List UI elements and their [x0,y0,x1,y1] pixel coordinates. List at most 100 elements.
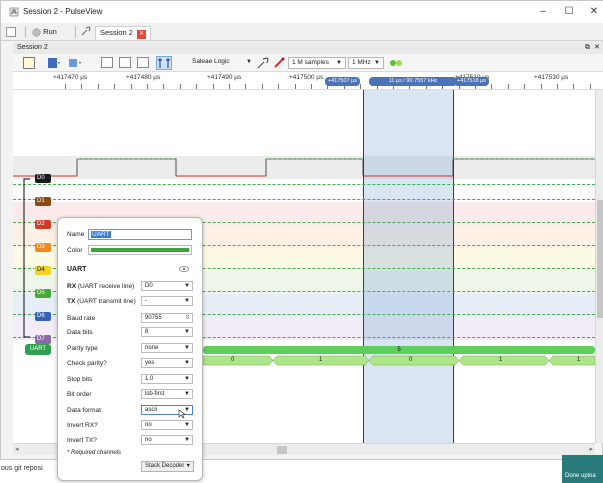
minimize-button[interactable]: – [535,5,551,19]
decoder-byte-annotation[interactable]: 5 [203,346,595,354]
d0-baseline [13,184,595,185]
zoom-one-icon[interactable] [119,57,131,68]
channel-label-text: D2 [37,221,45,227]
channel-label-text: D7 [37,336,45,342]
bit-annotation: 1 [499,357,503,363]
upload-status-text: Done uploa [565,473,596,479]
document-label: Session 2 [17,44,48,51]
spinner-icon[interactable]: ⇳ [185,314,190,322]
bitorder-select[interactable]: lsb-first ▼ [141,389,193,399]
tx-label-rest: (UART transmit line) [77,298,136,305]
close-button[interactable]: ✕ [586,5,602,19]
d0-waveform [13,158,595,177]
ruler-tick [360,84,361,89]
zoom-fit-icon[interactable] [101,57,113,68]
color-picker[interactable] [88,245,192,255]
scroll-left-icon[interactable]: ◂ [15,445,19,453]
stopbits-select[interactable]: 1.0 ▼ [141,374,193,384]
chevron-down-icon: ▼ [184,376,190,382]
close-tab-icon[interactable]: ✕ [137,30,147,39]
probes-icon[interactable] [273,57,285,71]
bit-annotation: 1 [577,357,581,363]
vertical-scrollbar[interactable] [595,90,603,443]
sample-count-select[interactable]: 1 M samples ▼ [288,57,346,69]
save-dropdown-icon[interactable] [47,57,61,71]
rx-label-rest: (UART receive line) [77,283,135,290]
chevron-down-icon: ▼ [184,329,190,335]
channel-label-d5[interactable]: D5 [35,289,51,298]
ruler-label: +417470 µs [53,74,88,81]
vertical-scroll-thumb[interactable] [597,200,603,318]
cursor-selection-region[interactable] [363,90,453,443]
rx-select[interactable]: D0 ▼ [141,281,193,291]
bit-annotation: 0 [231,357,235,363]
float-icon[interactable]: ⧉ [585,42,590,54]
stopbits-value: 1.0 [145,376,154,382]
channel-label-text: D6 [37,313,45,319]
name-input[interactable]: UART [88,229,192,240]
channel-label-d1[interactable]: D1 [35,197,51,206]
check-parity-select[interactable]: yes ▼ [141,358,193,368]
sample-rate-select[interactable]: 1 MHz ▼ [348,57,384,69]
toolbar-divider [75,26,76,38]
ruler-tick [590,84,591,89]
time-ruler[interactable]: +417470 µs +417480 µs +417490 µs +417500… [13,72,603,90]
new-document-icon[interactable] [23,57,35,69]
channel-label-d6[interactable]: D6 [35,312,51,321]
channel-label-d3[interactable]: D3 [35,243,51,252]
check-parity-value: yes [145,360,155,366]
channel-label-d0[interactable]: D0 [35,174,51,183]
cursor-marker-right[interactable]: +417518 µs [454,77,490,86]
channel-label-text: D0 [37,175,45,181]
scroll-right-icon[interactable]: ▸ [589,445,593,453]
databits-select[interactable]: 8 ▼ [141,327,193,337]
export-dropdown-icon[interactable] [68,57,82,71]
baud-rate-spinbox[interactable]: 90755 ⇳ [141,313,193,323]
device-selector[interactable]: Saleae Logic ▼ [189,57,255,69]
zoom-window-icon[interactable] [137,57,149,68]
maximize-button[interactable]: ☐ [561,5,577,19]
inverttx-select[interactable]: no ▼ [141,435,193,445]
cursor-toggle-icon[interactable] [156,56,172,70]
cursor-marker-left[interactable]: +417507 µs [325,77,361,86]
window-title: Session 2 - PulseView [23,7,103,16]
ruler-tick [541,84,542,89]
close-panel-icon[interactable]: ✕ [594,42,600,54]
stack-decoder-button[interactable]: Stack Decoder ▼ [141,461,194,472]
decoder-add-icon[interactable] [389,57,403,71]
new-session-icon[interactable] [6,27,16,37]
chevron-down-icon: ▼ [246,59,252,65]
settings-icon[interactable] [81,26,91,38]
run-button[interactable]: Run [32,26,57,38]
title-bar: Session 2 - PulseView – ☐ ✕ [1,1,603,23]
session-tab-bar: Run Session 2 ✕ [1,23,603,41]
decoder-label-uart[interactable]: UART [25,344,51,355]
background-link-text[interactable]: ous git reposi [1,465,43,472]
chevron-down-icon: ▼ [185,463,191,469]
cursor-line-left[interactable] [363,90,364,443]
bit-annotation: 1 [319,357,323,363]
ruler-tick [524,84,525,89]
cursor-line-right[interactable] [453,90,454,443]
color-label: Color [67,247,83,254]
device-label: Saleae Logic [192,58,230,65]
channel-labels: D0 D1 D2 D3 D4 D5 D6 D7 [13,90,53,370]
tx-select[interactable]: - ▼ [141,296,193,306]
ruler-tick [65,84,66,89]
channel-label-d2[interactable]: D2 [35,220,51,229]
parity-select[interactable]: none ▼ [141,343,193,353]
channel-label-d7[interactable]: D7 [35,335,51,344]
visibility-eye-icon[interactable] [179,265,189,275]
dataformat-label: Data format [67,407,101,414]
cursor-span-label[interactable]: 11 µs / 90.7557 kHz [369,77,457,86]
chevron-down-icon: ▼ [336,60,342,66]
ruler-label: +417480 µs [126,74,161,81]
horizontal-scroll-thumb[interactable] [277,446,287,454]
ruler-tick [81,84,82,89]
run-icon [32,27,41,37]
sample-rate-value: 1 MHz [352,59,371,66]
channel-label-d4[interactable]: D4 [35,266,51,275]
configure-device-icon[interactable] [257,57,269,71]
tab-session-2[interactable]: Session 2 ✕ [95,26,152,40]
invertrx-select[interactable]: no ▼ [141,420,193,430]
